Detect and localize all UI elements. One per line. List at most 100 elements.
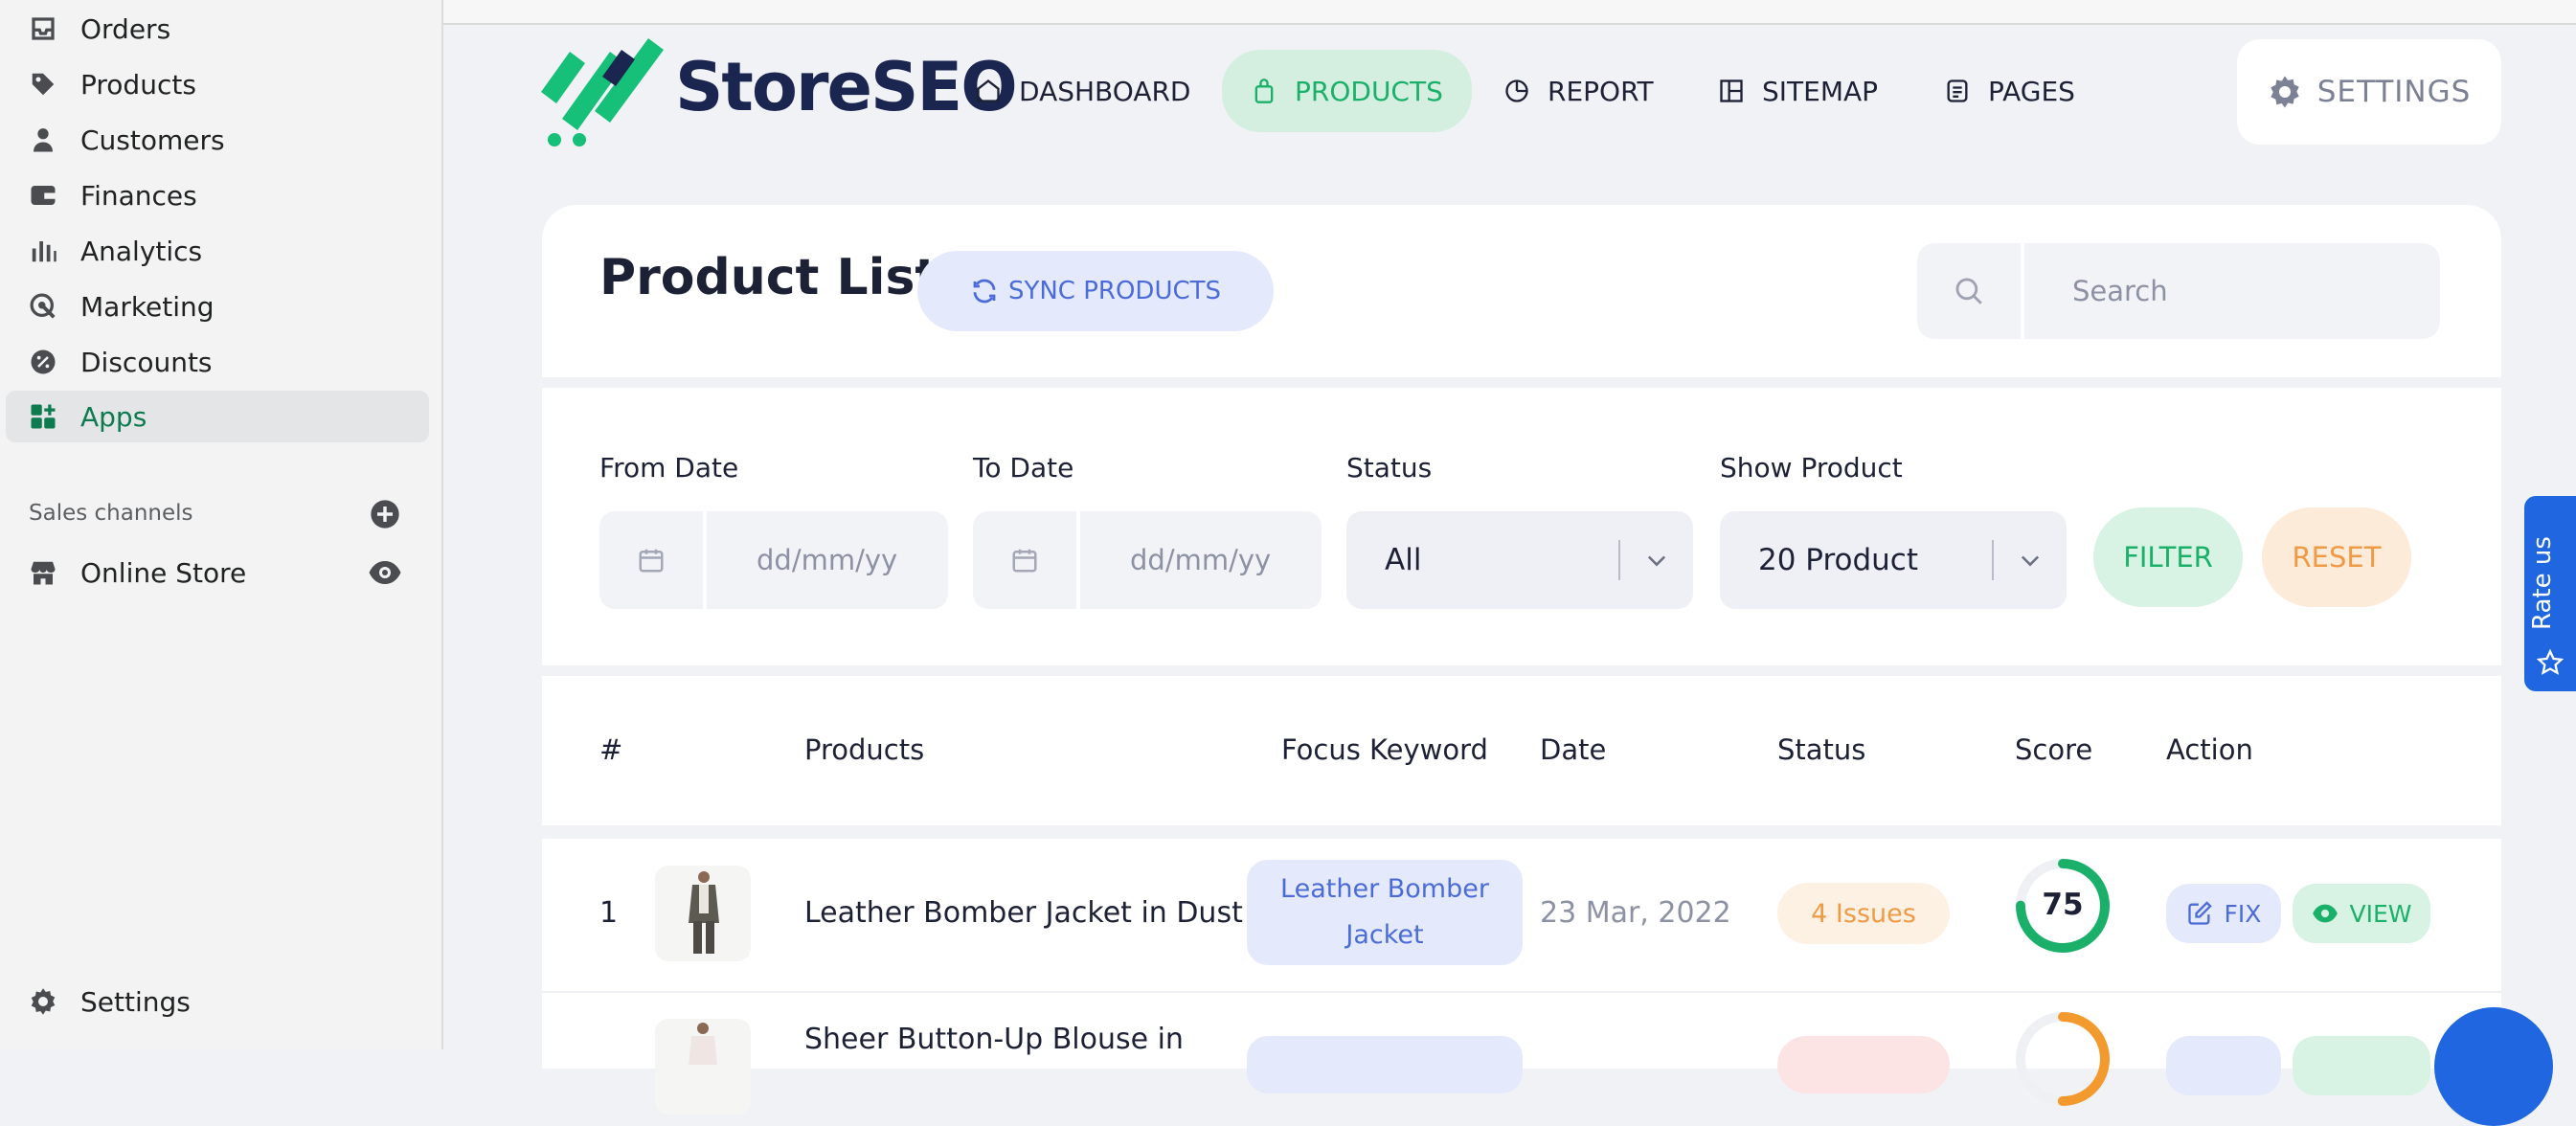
to-date-label: To Date [973,452,1074,484]
filter-button[interactable]: FILTER [2093,507,2243,607]
sidebar-item-label: Apps [80,400,147,433]
nav-sitemap[interactable]: SITEMAP [1718,50,1878,132]
chevron-down-icon [1994,547,2067,574]
orders-icon [27,12,59,45]
product-image [655,1019,751,1115]
calendar-icon-wrap [599,511,707,609]
column-header-number: # [599,733,623,766]
sidebar-item-online-store[interactable]: Online Store [6,547,429,598]
fix-label: FIX [2224,899,2262,928]
sidebar-item-customers[interactable]: Customers [6,114,429,166]
chat-button[interactable] [2434,1007,2553,1126]
status-badge [1777,1036,1950,1093]
edit-icon [2187,901,2212,925]
reset-button[interactable]: RESET [2262,507,2411,607]
nav-label: DASHBOARD [1019,75,1191,107]
search-field[interactable] [1917,243,2440,339]
sidebar-item-orders[interactable]: Orders [6,3,429,55]
from-date-input[interactable] [755,543,931,577]
status-filter-label: Status [1346,452,1433,484]
sidebar-item-label: Customers [80,124,225,156]
search-icon-wrap [1917,243,2024,339]
show-product-select[interactable]: 20 Product [1720,511,2067,609]
fix-button[interactable]: FIX [2166,884,2281,943]
sidebar-item-label: Marketing [80,290,215,323]
search-icon [1955,278,1982,304]
score-value: 75 [2042,888,2084,922]
storeseo-logo-icon [541,38,664,146]
status-select-value: All [1385,543,1422,577]
sidebar-item-label: Finances [80,179,197,212]
column-header-action: Action [2166,733,2253,766]
discount-icon [27,346,59,378]
sales-channels-heading: Sales channels [29,501,193,526]
tag-icon [27,68,59,101]
page-title: Product List [599,249,939,306]
nav-label: PAGES [1988,75,2075,107]
to-date-input[interactable] [1128,543,1304,577]
bag-icon [1254,79,1274,103]
eye-icon[interactable] [368,555,402,590]
calendar-icon [639,549,664,573]
view-button[interactable] [2293,1036,2430,1095]
sidebar-item-label: Analytics [80,235,203,267]
view-button[interactable]: VIEW [2293,884,2430,943]
nav-label: SITEMAP [1762,75,1879,107]
store-icon [27,556,59,589]
status-select[interactable]: All [1346,511,1693,609]
report-icon [1505,79,1528,102]
settings-button[interactable]: SETTINGS [2237,39,2501,145]
nav-report[interactable]: REPORT [1503,50,1654,132]
sidebar-item-label: Settings [80,985,191,1018]
nav-products[interactable]: PRODUCTS [1222,50,1472,132]
show-product-label: Show Product [1720,452,1903,484]
status-badge: 4 Issues [1777,883,1950,944]
nav-pages[interactable]: PAGES [1944,50,2075,132]
product-name[interactable]: Leather Bomber Jacket in Dust [804,896,1243,930]
from-date-field[interactable] [599,511,948,609]
admin-sidebar: Orders Products Customers Finances Analy… [0,0,443,1049]
sidebar-item-label: Orders [80,12,171,45]
sidebar-item-settings[interactable]: Settings [6,976,429,1027]
eye-icon [2312,904,2338,923]
rate-us-tab[interactable]: Rate us [2524,496,2576,691]
nav-label: REPORT [1548,75,1654,107]
search-input[interactable] [2070,274,2419,308]
target-icon [27,290,59,323]
sitemap-icon [1720,79,1743,102]
sync-label: SYNC PRODUCTS [1007,277,1222,305]
score-ring [2016,1012,2110,1106]
product-name[interactable]: Sheer Button-Up Blouse in [804,1023,1184,1056]
sync-products-button[interactable]: SYNC PRODUCTS [917,251,1274,331]
focus-keyword-line: Leather Bomber [1280,874,1489,904]
nav-dashboard[interactable]: DASHBOARD [975,50,1190,132]
column-header-score: Score [2015,733,2093,766]
show-product-value: 20 Product [1758,543,1919,577]
column-header-status: Status [1777,733,1866,766]
gear-icon [2270,76,2299,108]
fix-button[interactable] [2166,1036,2281,1095]
focus-keyword-line: Jacket [1345,920,1424,950]
wallet-icon [27,179,59,212]
sidebar-item-label: Online Store [80,556,247,589]
product-thumbnail [655,1019,751,1115]
sidebar-item-products[interactable]: Products [6,58,429,110]
chevron-down-icon [1620,547,1693,574]
sidebar-item-apps[interactable]: Apps [6,391,429,442]
home-icon [977,79,1000,102]
apps-icon [27,400,59,433]
column-header-products: Products [804,733,925,766]
sidebar-item-discounts[interactable]: Discounts [6,336,429,388]
column-header-focus-keyword: Focus Keyword [1281,733,1488,766]
sidebar-item-marketing[interactable]: Marketing [6,281,429,332]
to-date-field[interactable] [973,511,1322,609]
focus-keyword-pill [1247,1036,1523,1093]
settings-label: SETTINGS [2316,75,2472,109]
add-channel-icon[interactable] [370,499,400,529]
rate-us-label: Rate us [2528,536,2557,630]
focus-keyword-pill: Leather Bomber Jacket [1247,860,1523,965]
from-date-label: From Date [599,452,739,484]
sidebar-item-analytics[interactable]: Analytics [6,225,429,277]
sidebar-item-label: Products [80,68,196,101]
sidebar-item-finances[interactable]: Finances [6,169,429,221]
